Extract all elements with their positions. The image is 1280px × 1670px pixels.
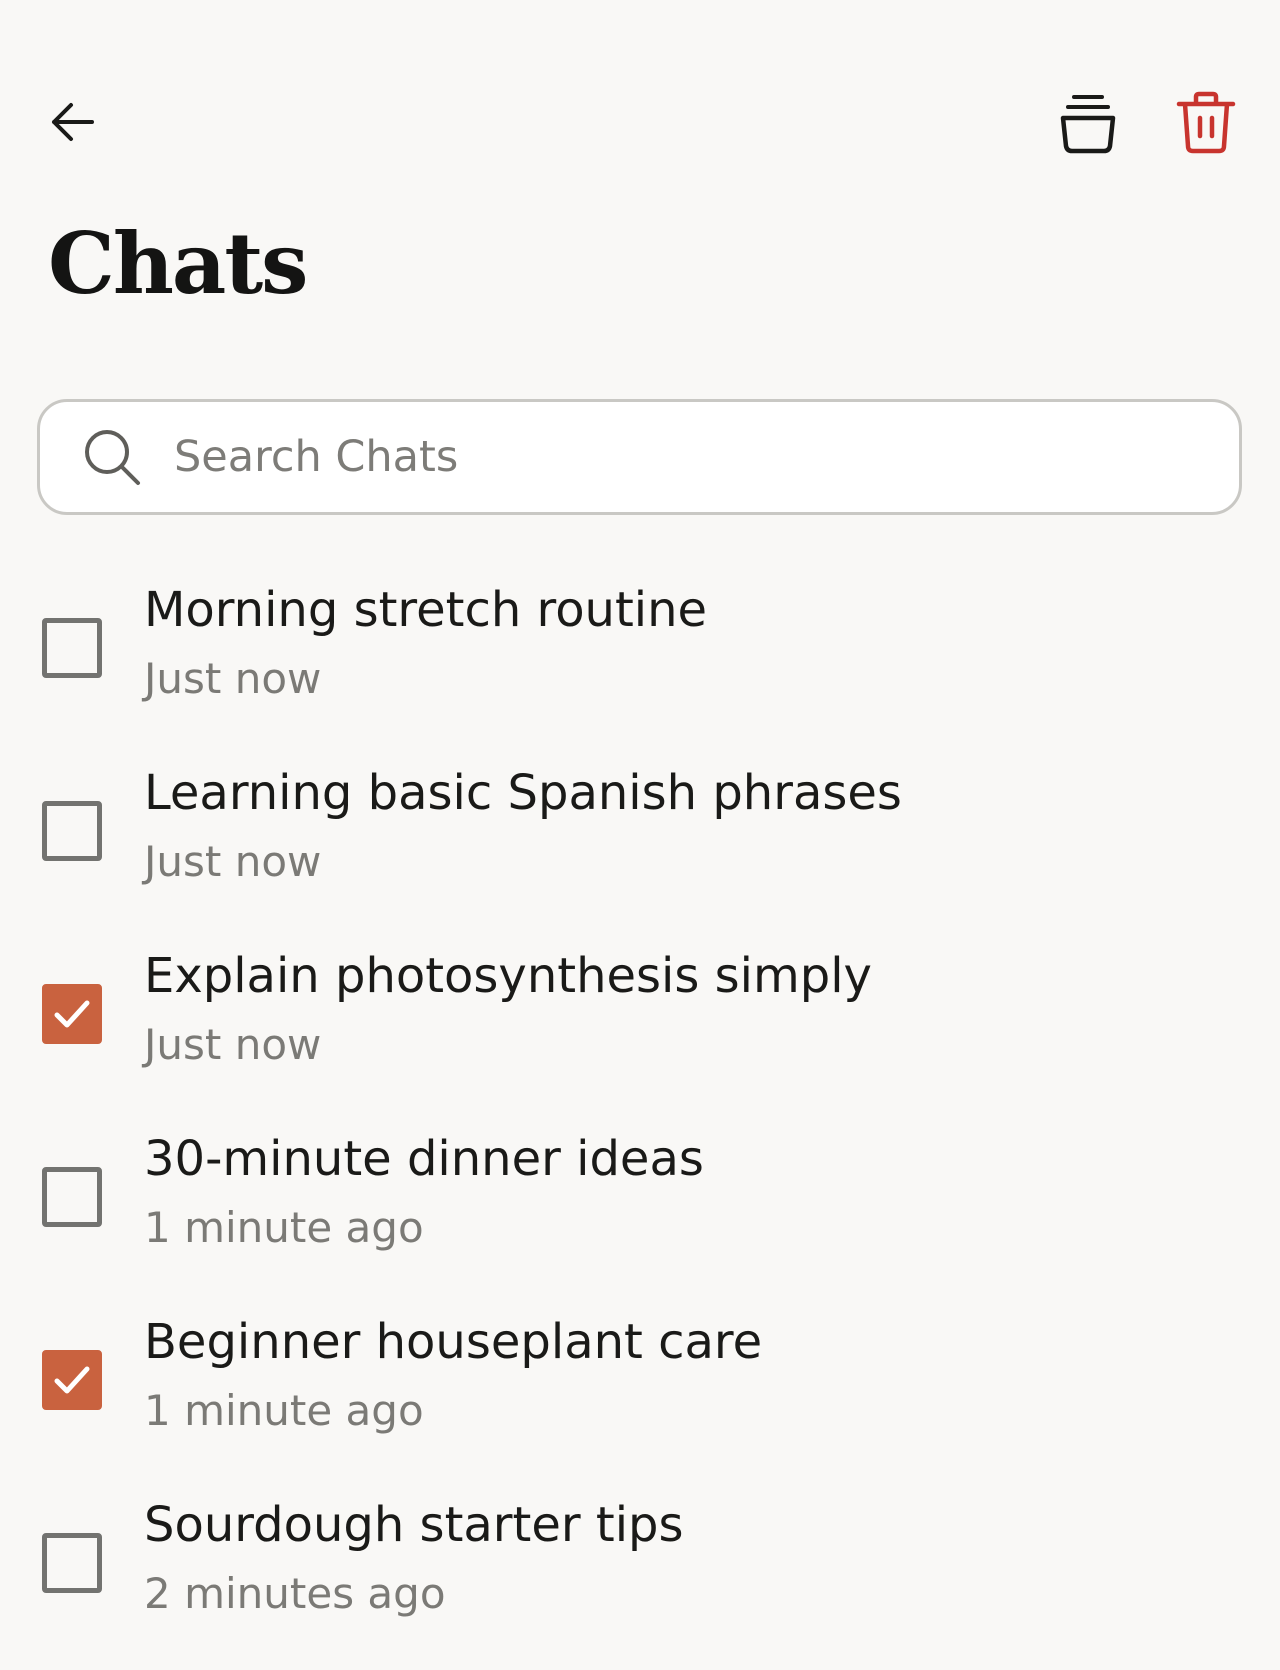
archive-button[interactable] xyxy=(1056,88,1120,158)
checkmark-icon xyxy=(54,1366,90,1394)
checkmark-icon xyxy=(54,1000,90,1028)
chat-timestamp: 2 minutes ago xyxy=(144,1569,446,1618)
trash-icon xyxy=(1176,91,1236,154)
chat-timestamp: Just now xyxy=(144,654,322,703)
chat-select-checkbox[interactable] xyxy=(42,801,102,861)
chat-list: Morning stretch routine Just now Learnin… xyxy=(0,572,1280,1670)
delete-button[interactable] xyxy=(1174,88,1238,158)
page-title: Chats xyxy=(48,214,308,313)
chat-timestamp: Just now xyxy=(144,1020,322,1069)
chat-list-item[interactable]: Sourdough starter tips 2 minutes ago xyxy=(0,1487,1280,1670)
chat-list-item[interactable]: Beginner houseplant care 1 minute ago xyxy=(0,1304,1280,1487)
chat-title: Sourdough starter tips xyxy=(144,1497,684,1553)
chat-list-item[interactable]: Morning stretch routine Just now xyxy=(0,572,1280,755)
chat-list-item[interactable]: 30-minute dinner ideas 1 minute ago xyxy=(0,1121,1280,1304)
chat-title: Learning basic Spanish phrases xyxy=(144,765,902,821)
arrow-left-icon xyxy=(52,103,94,141)
chat-title: Morning stretch routine xyxy=(144,582,708,638)
top-bar xyxy=(0,0,1280,240)
search-input[interactable] xyxy=(174,417,1174,497)
chat-title: Explain photosynthesis simply xyxy=(144,948,872,1004)
chat-list-item[interactable]: Explain photosynthesis simply Just now xyxy=(0,938,1280,1121)
chat-select-checkbox[interactable] xyxy=(42,1167,102,1227)
chat-title: 30-minute dinner ideas xyxy=(144,1131,704,1187)
back-button[interactable] xyxy=(40,90,104,154)
chat-timestamp: 1 minute ago xyxy=(144,1386,424,1435)
chat-select-checkbox[interactable] xyxy=(42,984,102,1044)
chat-list-item[interactable]: Learning basic Spanish phrases Just now xyxy=(0,755,1280,938)
chat-select-checkbox[interactable] xyxy=(42,618,102,678)
search-icon xyxy=(80,425,144,489)
chat-select-checkbox[interactable] xyxy=(42,1533,102,1593)
chat-select-checkbox[interactable] xyxy=(42,1350,102,1410)
chat-title: Beginner houseplant care xyxy=(144,1314,763,1370)
chat-timestamp: Just now xyxy=(144,837,322,886)
chat-timestamp: 1 minute ago xyxy=(144,1203,424,1252)
search-bar[interactable] xyxy=(37,399,1242,515)
archive-stack-icon xyxy=(1060,95,1116,154)
